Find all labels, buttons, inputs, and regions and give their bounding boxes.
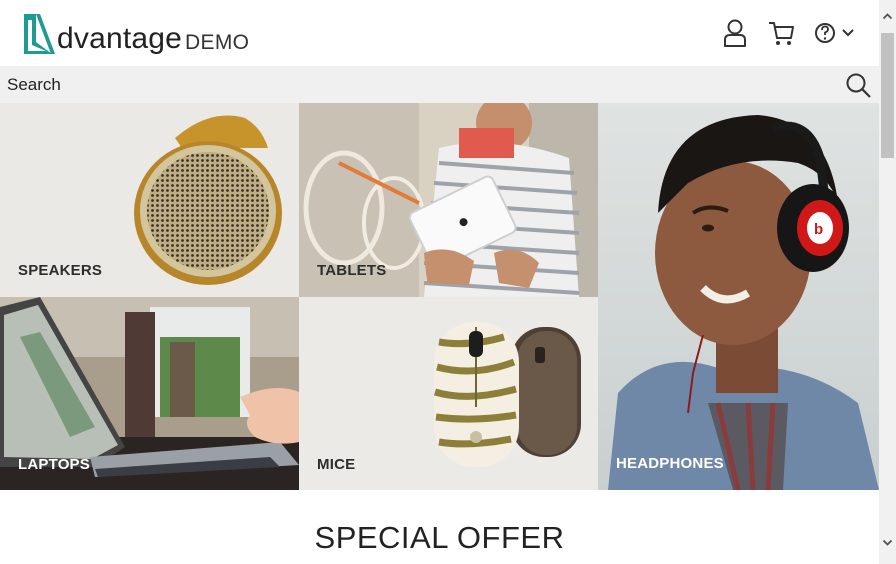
search-icon[interactable] xyxy=(845,72,872,99)
logo[interactable]: dvantage DEMO xyxy=(22,10,249,56)
search-bar xyxy=(0,66,879,103)
scroll-up-arrow-icon[interactable] xyxy=(882,11,893,22)
search-input[interactable] xyxy=(0,66,830,103)
cart-icon[interactable] xyxy=(767,18,795,48)
category-tile-tablets[interactable]: TABLETS xyxy=(299,103,598,297)
category-tile-mice[interactable]: MICE xyxy=(299,297,598,490)
category-label-laptops: LAPTOPS xyxy=(18,456,90,473)
vertical-scrollbar[interactable] xyxy=(879,0,896,564)
category-label-speakers: SPEAKERS xyxy=(18,262,103,279)
scroll-down-arrow-icon[interactable] xyxy=(882,537,893,548)
special-offer-heading: SPECIAL OFFER xyxy=(314,520,565,555)
category-tile-laptops[interactable]: LAPTOPS xyxy=(0,297,299,490)
logo-mark-icon xyxy=(24,14,55,54)
user-icon[interactable] xyxy=(721,18,749,48)
category-tile-headphones[interactable]: b HEADPHONES xyxy=(598,103,879,490)
help-icon[interactable] xyxy=(814,18,836,48)
svg-text:b: b xyxy=(814,221,823,238)
chevron-down-icon[interactable] xyxy=(841,18,855,48)
page: dvantage DEMO Search SPEAKERS TABLETS b … xyxy=(0,0,879,564)
headphones-image: b xyxy=(598,103,879,490)
logo-demo-text: DEMO xyxy=(185,31,250,54)
logo-wordmark: dvantage xyxy=(57,22,183,55)
category-label-tablets: TABLETS xyxy=(317,262,387,279)
scrollbar-thumb[interactable] xyxy=(881,33,894,158)
category-label-mice: MICE xyxy=(317,456,356,473)
header: dvantage DEMO xyxy=(0,0,879,66)
category-label-headphones: HEADPHONES xyxy=(616,455,724,472)
category-tile-speakers[interactable]: SPEAKERS xyxy=(0,103,299,297)
